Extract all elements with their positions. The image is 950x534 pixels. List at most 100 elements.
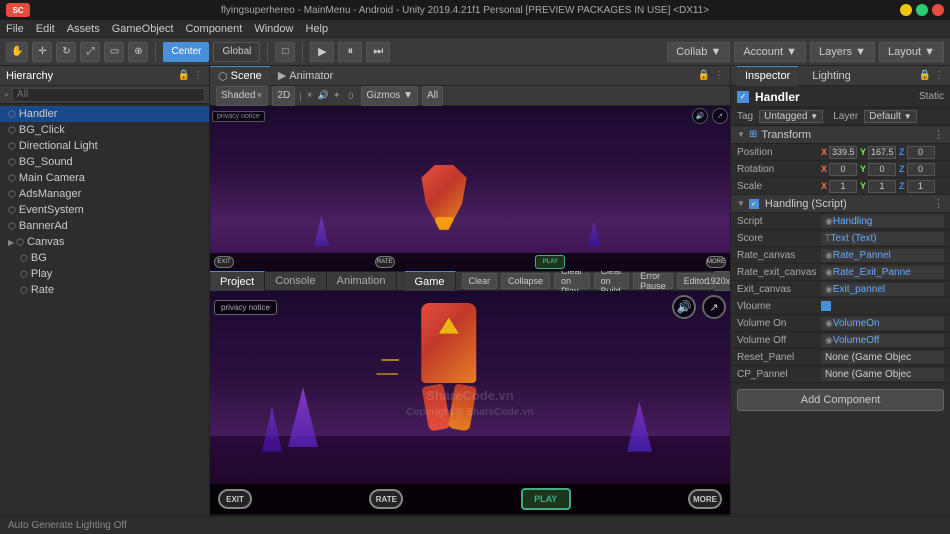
- tag-dropdown[interactable]: Untagged ▼: [759, 110, 823, 123]
- pivot-center-button[interactable]: Center: [163, 42, 209, 62]
- more-button-game[interactable]: MORE: [688, 489, 722, 509]
- section-options-icon[interactable]: ⋮: [933, 128, 944, 141]
- rect-tool-button[interactable]: ▭: [104, 42, 124, 62]
- volume-button-game[interactable]: 🔊: [672, 295, 696, 319]
- component-active-checkbox[interactable]: ✓: [749, 199, 759, 209]
- menu-component[interactable]: Component: [185, 23, 242, 35]
- maximize-button[interactable]: [916, 4, 928, 16]
- play-button-game[interactable]: PLAY: [521, 488, 571, 510]
- scale-y-input[interactable]: [868, 180, 896, 193]
- minimize-button[interactable]: [900, 4, 912, 16]
- list-item[interactable]: ⬡ BG: [0, 250, 209, 266]
- tab-project[interactable]: Project: [210, 271, 265, 291]
- menu-gameobject[interactable]: GameObject: [112, 23, 174, 35]
- scale-tool-button[interactable]: ⤢: [80, 42, 100, 62]
- volume-off-value[interactable]: ◉ VolumeOff: [821, 334, 944, 347]
- all-dropdown[interactable]: All: [422, 86, 443, 106]
- script-value[interactable]: ◉ Handling: [821, 215, 944, 228]
- collapse-button[interactable]: Collapse: [501, 273, 550, 289]
- privacy-notice-scene[interactable]: privacy notice: [212, 111, 265, 122]
- resolution-dropdown[interactable]: 1920x1080 Landscape (▼: [714, 271, 730, 291]
- list-item[interactable]: ⬡ Play: [0, 266, 209, 282]
- volume-on-value[interactable]: ◉ VolumeOn: [821, 317, 944, 330]
- layout-button[interactable]: Layout ▼: [879, 42, 944, 62]
- menu-assets[interactable]: Assets: [67, 23, 100, 35]
- score-value[interactable]: T Text (Text): [821, 232, 944, 245]
- extra-tool-button[interactable]: □: [275, 42, 295, 62]
- position-y-input[interactable]: [868, 146, 896, 159]
- collab-button[interactable]: Collab ▼: [667, 42, 730, 62]
- scene-audio-icon[interactable]: 🔊: [318, 90, 329, 101]
- scene-lock-icon[interactable]: 🔒: [698, 70, 710, 81]
- scene-light-icon[interactable]: ☀: [306, 90, 314, 101]
- list-item[interactable]: ⬡ Directional Light: [0, 138, 209, 154]
- tab-lighting[interactable]: Lighting: [804, 66, 859, 86]
- close-button[interactable]: [932, 4, 944, 16]
- list-item[interactable]: ⬡ BG_Sound: [0, 154, 209, 170]
- play-button-scene[interactable]: PLAY: [535, 255, 565, 269]
- scene-content[interactable]: privacy notice 🔊 ↗ EXIT RATE PLAY MORE: [210, 106, 730, 271]
- pause-button[interactable]: ⏸: [338, 42, 362, 62]
- list-item[interactable]: ▶ ⬡ Canvas: [0, 234, 209, 250]
- scene-fx-icon[interactable]: ✦: [333, 90, 341, 101]
- move-tool-button[interactable]: ✛: [32, 42, 52, 62]
- gizmos-dropdown[interactable]: Gizmos ▼: [361, 86, 418, 106]
- clear-on-play-button[interactable]: Clear on Play: [554, 273, 590, 289]
- list-item[interactable]: ⬡ Handler: [0, 106, 209, 122]
- clear-on-build-button[interactable]: Clear on Build: [594, 273, 630, 289]
- inspector-lock-icon[interactable]: 🔒: [919, 70, 931, 81]
- clear-button[interactable]: Clear: [462, 273, 498, 289]
- component-options-icon[interactable]: ⋮: [933, 197, 944, 210]
- layers-button[interactable]: Layers ▼: [810, 42, 875, 62]
- share-button-game[interactable]: ↗: [702, 295, 726, 319]
- step-button[interactable]: ⏭: [366, 42, 390, 62]
- transform-section-header[interactable]: ▼ ⊞ Transform ⋮: [731, 126, 950, 144]
- menu-file[interactable]: File: [6, 23, 24, 35]
- rotation-x-input[interactable]: [829, 163, 857, 176]
- tab-animator[interactable]: ▶ Animator: [270, 66, 342, 86]
- tab-console[interactable]: Console: [265, 271, 326, 291]
- rate-button-scene[interactable]: RATE: [375, 256, 395, 268]
- hierarchy-more-icon[interactable]: ⋮: [193, 70, 203, 81]
- rotate-tool-button[interactable]: ↻: [56, 42, 76, 62]
- handling-section-header[interactable]: ▼ ✓ Handling (Script) ⋮: [731, 195, 950, 213]
- list-item[interactable]: ⬡ BG_Click: [0, 122, 209, 138]
- add-component-button[interactable]: Add Component: [737, 389, 944, 411]
- volume-button-scene[interactable]: 🔊: [692, 108, 708, 124]
- list-item[interactable]: ⬡ AdsManager: [0, 186, 209, 202]
- cp-panel-value[interactable]: None (Game Objec: [821, 368, 944, 381]
- list-item[interactable]: ⬡ EventSystem: [0, 202, 209, 218]
- scale-x-input[interactable]: [829, 180, 857, 193]
- hierarchy-lock-icon[interactable]: 🔒: [178, 70, 190, 81]
- game-view[interactable]: privacy notice 🔊 ↗ EXIT RATE PLAY MORE: [210, 291, 730, 534]
- rotation-y-input[interactable]: [868, 163, 896, 176]
- exit-button-game[interactable]: EXIT: [218, 489, 252, 509]
- exit-canvas-value[interactable]: ◉ Exit_pannel: [821, 283, 944, 296]
- 2d-toggle[interactable]: 2D: [272, 86, 295, 106]
- list-item[interactable]: ⬡ BannerAd: [0, 218, 209, 234]
- position-z-input[interactable]: [907, 146, 935, 159]
- inspector-more-icon[interactable]: ⋮: [934, 70, 944, 81]
- privacy-notice-game[interactable]: privacy notice: [214, 300, 277, 315]
- tab-animation[interactable]: Animation: [327, 271, 397, 291]
- rate-button-game[interactable]: RATE: [369, 489, 403, 509]
- tab-game[interactable]: Game: [405, 271, 456, 291]
- list-item[interactable]: ⬡ Rate: [0, 282, 209, 298]
- menu-edit[interactable]: Edit: [36, 23, 55, 35]
- share-button-scene[interactable]: ↗: [712, 108, 728, 124]
- window-buttons[interactable]: [900, 4, 944, 16]
- scene-more-icon[interactable]: ⋮: [714, 70, 724, 81]
- scale-z-input[interactable]: [907, 180, 935, 193]
- multi-tool-button[interactable]: ⊕: [128, 42, 148, 62]
- object-active-checkbox[interactable]: ✓: [737, 91, 749, 103]
- error-pause-button[interactable]: Error Pause: [633, 273, 673, 289]
- exit-button-scene[interactable]: EXIT: [214, 256, 234, 268]
- reset-panel-value[interactable]: None (Game Objec: [821, 351, 944, 364]
- rate-exit-canvas-value[interactable]: ◉ Rate_Exit_Panne: [821, 266, 944, 279]
- shaded-dropdown[interactable]: Shaded ▼: [216, 86, 268, 106]
- position-x-input[interactable]: [829, 146, 857, 159]
- layer-dropdown[interactable]: Default ▼: [864, 110, 916, 123]
- list-item[interactable]: ⬡ Main Camera: [0, 170, 209, 186]
- play-button[interactable]: ▶: [310, 42, 334, 62]
- more-button-scene[interactable]: MORE: [706, 256, 726, 268]
